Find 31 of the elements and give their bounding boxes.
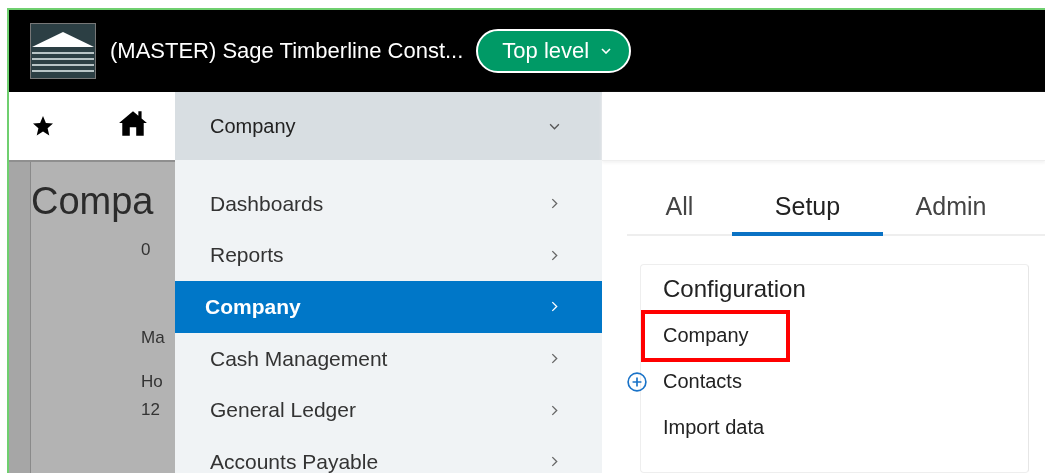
tab[interactable]: Setup (732, 177, 883, 236)
menu-item[interactable]: Company (175, 281, 602, 333)
field-text: Ma (141, 327, 166, 349)
menu-item[interactable]: Accounts Payable (175, 435, 602, 473)
chevron-right-icon (551, 456, 558, 468)
field-text: 0 (141, 239, 152, 261)
menu-item[interactable]: Cash Management (175, 332, 602, 385)
chevron-right-icon (551, 353, 558, 365)
section-heading: Configuration (663, 275, 807, 303)
logo-icon (30, 23, 96, 79)
chevron-right-icon (551, 198, 558, 210)
field-text: 12 (141, 399, 161, 421)
chevron-right-icon (551, 249, 558, 261)
tab[interactable]: All (627, 177, 732, 234)
field-text: Ho (141, 371, 164, 393)
menu-item[interactable]: Reports (175, 229, 602, 282)
module-dropdown[interactable]: Company (175, 92, 602, 160)
tab[interactable]: Admin (883, 177, 1019, 234)
menu-item[interactable]: Dashboards (175, 178, 602, 230)
setup-link[interactable]: Company (641, 310, 790, 362)
chevron-right-icon (551, 404, 558, 416)
chevron-down-icon (549, 122, 560, 130)
menu-item[interactable]: General Ledger (175, 384, 602, 436)
home-icon[interactable] (118, 109, 148, 137)
chevron-right-icon (551, 301, 558, 313)
chevron-down-icon (601, 48, 612, 54)
level-dropdown[interactable]: Top level (476, 29, 632, 73)
star-icon[interactable] (31, 114, 55, 138)
add-icon[interactable] (627, 372, 647, 392)
page-title: Compa (31, 180, 155, 223)
company-title: (MASTER) Sage Timberline Const... (110, 38, 464, 64)
